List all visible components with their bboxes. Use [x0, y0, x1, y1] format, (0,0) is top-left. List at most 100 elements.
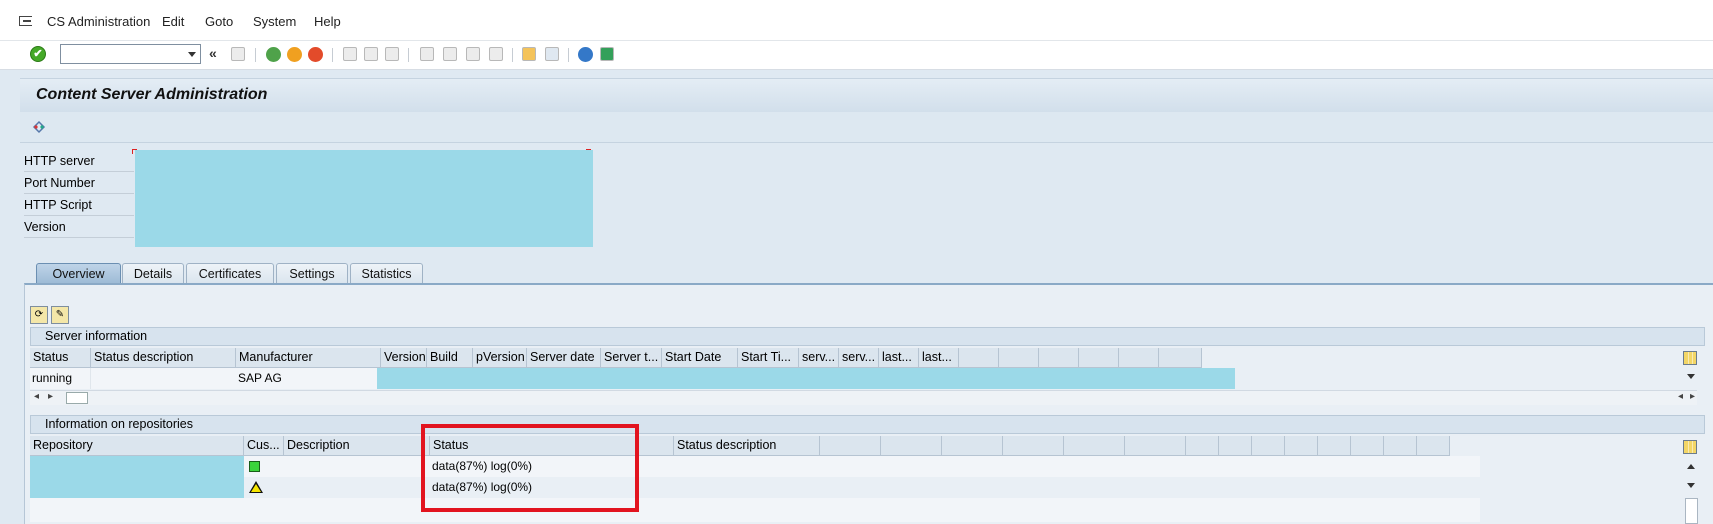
column-header[interactable]: Status description [91, 348, 236, 368]
column-header[interactable] [1384, 436, 1417, 456]
first-page-icon[interactable] [420, 47, 434, 61]
column-header[interactable] [942, 436, 1003, 456]
exit-icon[interactable] [287, 47, 302, 62]
customize-layout-icon[interactable] [600, 47, 614, 61]
transport-icon[interactable] [32, 120, 46, 134]
save-icon[interactable] [231, 47, 245, 61]
server-info-table: Status Status description Manufacturer V… [30, 348, 1235, 392]
scroll-right-icon[interactable]: ▸ [1690, 391, 1695, 402]
column-header[interactable]: Cus... [244, 436, 284, 456]
column-header[interactable] [1252, 436, 1285, 456]
scroll-left-icon[interactable]: ◂ [1678, 391, 1683, 402]
tab-certificates[interactable]: Certificates [186, 263, 274, 283]
column-header[interactable]: Status description [674, 436, 820, 456]
column-header[interactable] [1064, 436, 1125, 456]
column-header[interactable]: Manufacturer [236, 348, 381, 368]
menu-edit[interactable]: Edit [162, 14, 184, 29]
find-icon[interactable] [364, 47, 378, 61]
tab-overview[interactable]: Overview [36, 263, 121, 283]
separator [512, 48, 513, 62]
application-toolbar [20, 112, 1713, 143]
column-header[interactable] [1125, 436, 1186, 456]
scroll-right-icon[interactable]: ▸ [48, 391, 53, 402]
vertical-scroll-thumb[interactable] [1685, 498, 1698, 524]
column-header[interactable] [1079, 348, 1119, 368]
tab-statistics[interactable]: Statistics [350, 263, 423, 283]
scroll-thumb[interactable] [66, 392, 88, 404]
menu-exit-icon[interactable] [19, 16, 32, 26]
scroll-up-icon[interactable] [1687, 464, 1695, 469]
separator [408, 48, 409, 62]
field-label-port-number: Port Number [24, 173, 134, 194]
new-session-icon[interactable] [522, 47, 536, 61]
column-header[interactable] [1119, 348, 1159, 368]
last-page-icon[interactable] [489, 47, 503, 61]
column-header[interactable] [1417, 436, 1450, 456]
column-header[interactable]: serv... [799, 348, 839, 368]
back-icon[interactable] [266, 47, 281, 62]
column-header[interactable] [1159, 348, 1202, 368]
column-header[interactable]: Start Date [662, 348, 738, 368]
column-header[interactable] [820, 436, 881, 456]
print-icon[interactable] [343, 47, 357, 61]
enter-check-icon[interactable]: ✔ [30, 46, 46, 62]
status-highlight-box [421, 424, 639, 512]
separator [568, 48, 569, 62]
column-header[interactable]: Server date [527, 348, 601, 368]
column-header[interactable] [1285, 436, 1318, 456]
redacted-field-values [135, 150, 593, 247]
command-field[interactable] [60, 44, 201, 64]
column-header[interactable]: Server t... [601, 348, 662, 368]
column-header[interactable] [1219, 436, 1252, 456]
collapse-icon[interactable]: « [209, 46, 225, 62]
menu-help[interactable]: Help [314, 14, 341, 29]
tab-settings[interactable]: Settings [276, 263, 348, 283]
cancel-icon[interactable] [308, 47, 323, 62]
find-next-icon[interactable] [385, 47, 399, 61]
column-header[interactable]: last... [879, 348, 919, 368]
column-header[interactable]: last... [919, 348, 959, 368]
column-header[interactable]: serv... [839, 348, 879, 368]
column-header[interactable] [881, 436, 942, 456]
horizontal-scrollbar[interactable]: ◂ ▸ ◂ ▸ [30, 390, 1697, 405]
field-label-version: Version [24, 217, 134, 238]
menu-cs-administration[interactable]: CS Administration [47, 14, 150, 29]
menu-goto[interactable]: Goto [205, 14, 233, 29]
shortcut-icon[interactable] [545, 47, 559, 61]
layout-settings-icon[interactable] [1683, 440, 1697, 454]
repositories-header: Information on repositories [30, 415, 1705, 434]
column-header[interactable] [1318, 436, 1351, 456]
column-header[interactable]: Version [381, 348, 427, 368]
column-header[interactable] [1003, 436, 1064, 456]
repositories-table: Repository Cus... Description Status Sta… [30, 436, 1480, 522]
column-header[interactable]: Build [427, 348, 473, 368]
table-row[interactable] [30, 477, 1480, 498]
previous-page-icon[interactable] [443, 47, 457, 61]
column-header[interactable]: Status [30, 348, 91, 368]
redacted-repository-names [30, 456, 244, 498]
tab-details[interactable]: Details [122, 263, 184, 283]
server-info-header: Server information [30, 327, 1705, 346]
edit-settings-icon[interactable]: ✎ [51, 306, 69, 324]
title-bar: Content Server Administration [20, 78, 1713, 113]
chevron-down-icon[interactable] [188, 52, 196, 57]
table-row[interactable] [30, 456, 1480, 477]
scroll-down-icon[interactable] [1687, 483, 1695, 488]
help-icon[interactable] [578, 47, 593, 62]
layout-settings-icon[interactable] [1683, 351, 1697, 365]
scroll-left-icon[interactable]: ◂ [34, 391, 39, 402]
refresh-icon[interactable]: ⟳ [30, 306, 48, 324]
column-header[interactable] [999, 348, 1039, 368]
column-header[interactable]: Start Ti... [738, 348, 799, 368]
table-row[interactable] [30, 498, 1480, 522]
next-page-icon[interactable] [466, 47, 480, 61]
column-header[interactable] [1039, 348, 1079, 368]
column-header[interactable] [959, 348, 999, 368]
column-header[interactable] [1351, 436, 1384, 456]
scroll-down-icon[interactable] [1687, 374, 1695, 379]
column-header[interactable]: Description [284, 436, 430, 456]
column-header[interactable]: pVersion [473, 348, 527, 368]
column-header[interactable] [1186, 436, 1219, 456]
menu-system[interactable]: System [253, 14, 296, 29]
column-header[interactable]: Repository [30, 436, 244, 456]
